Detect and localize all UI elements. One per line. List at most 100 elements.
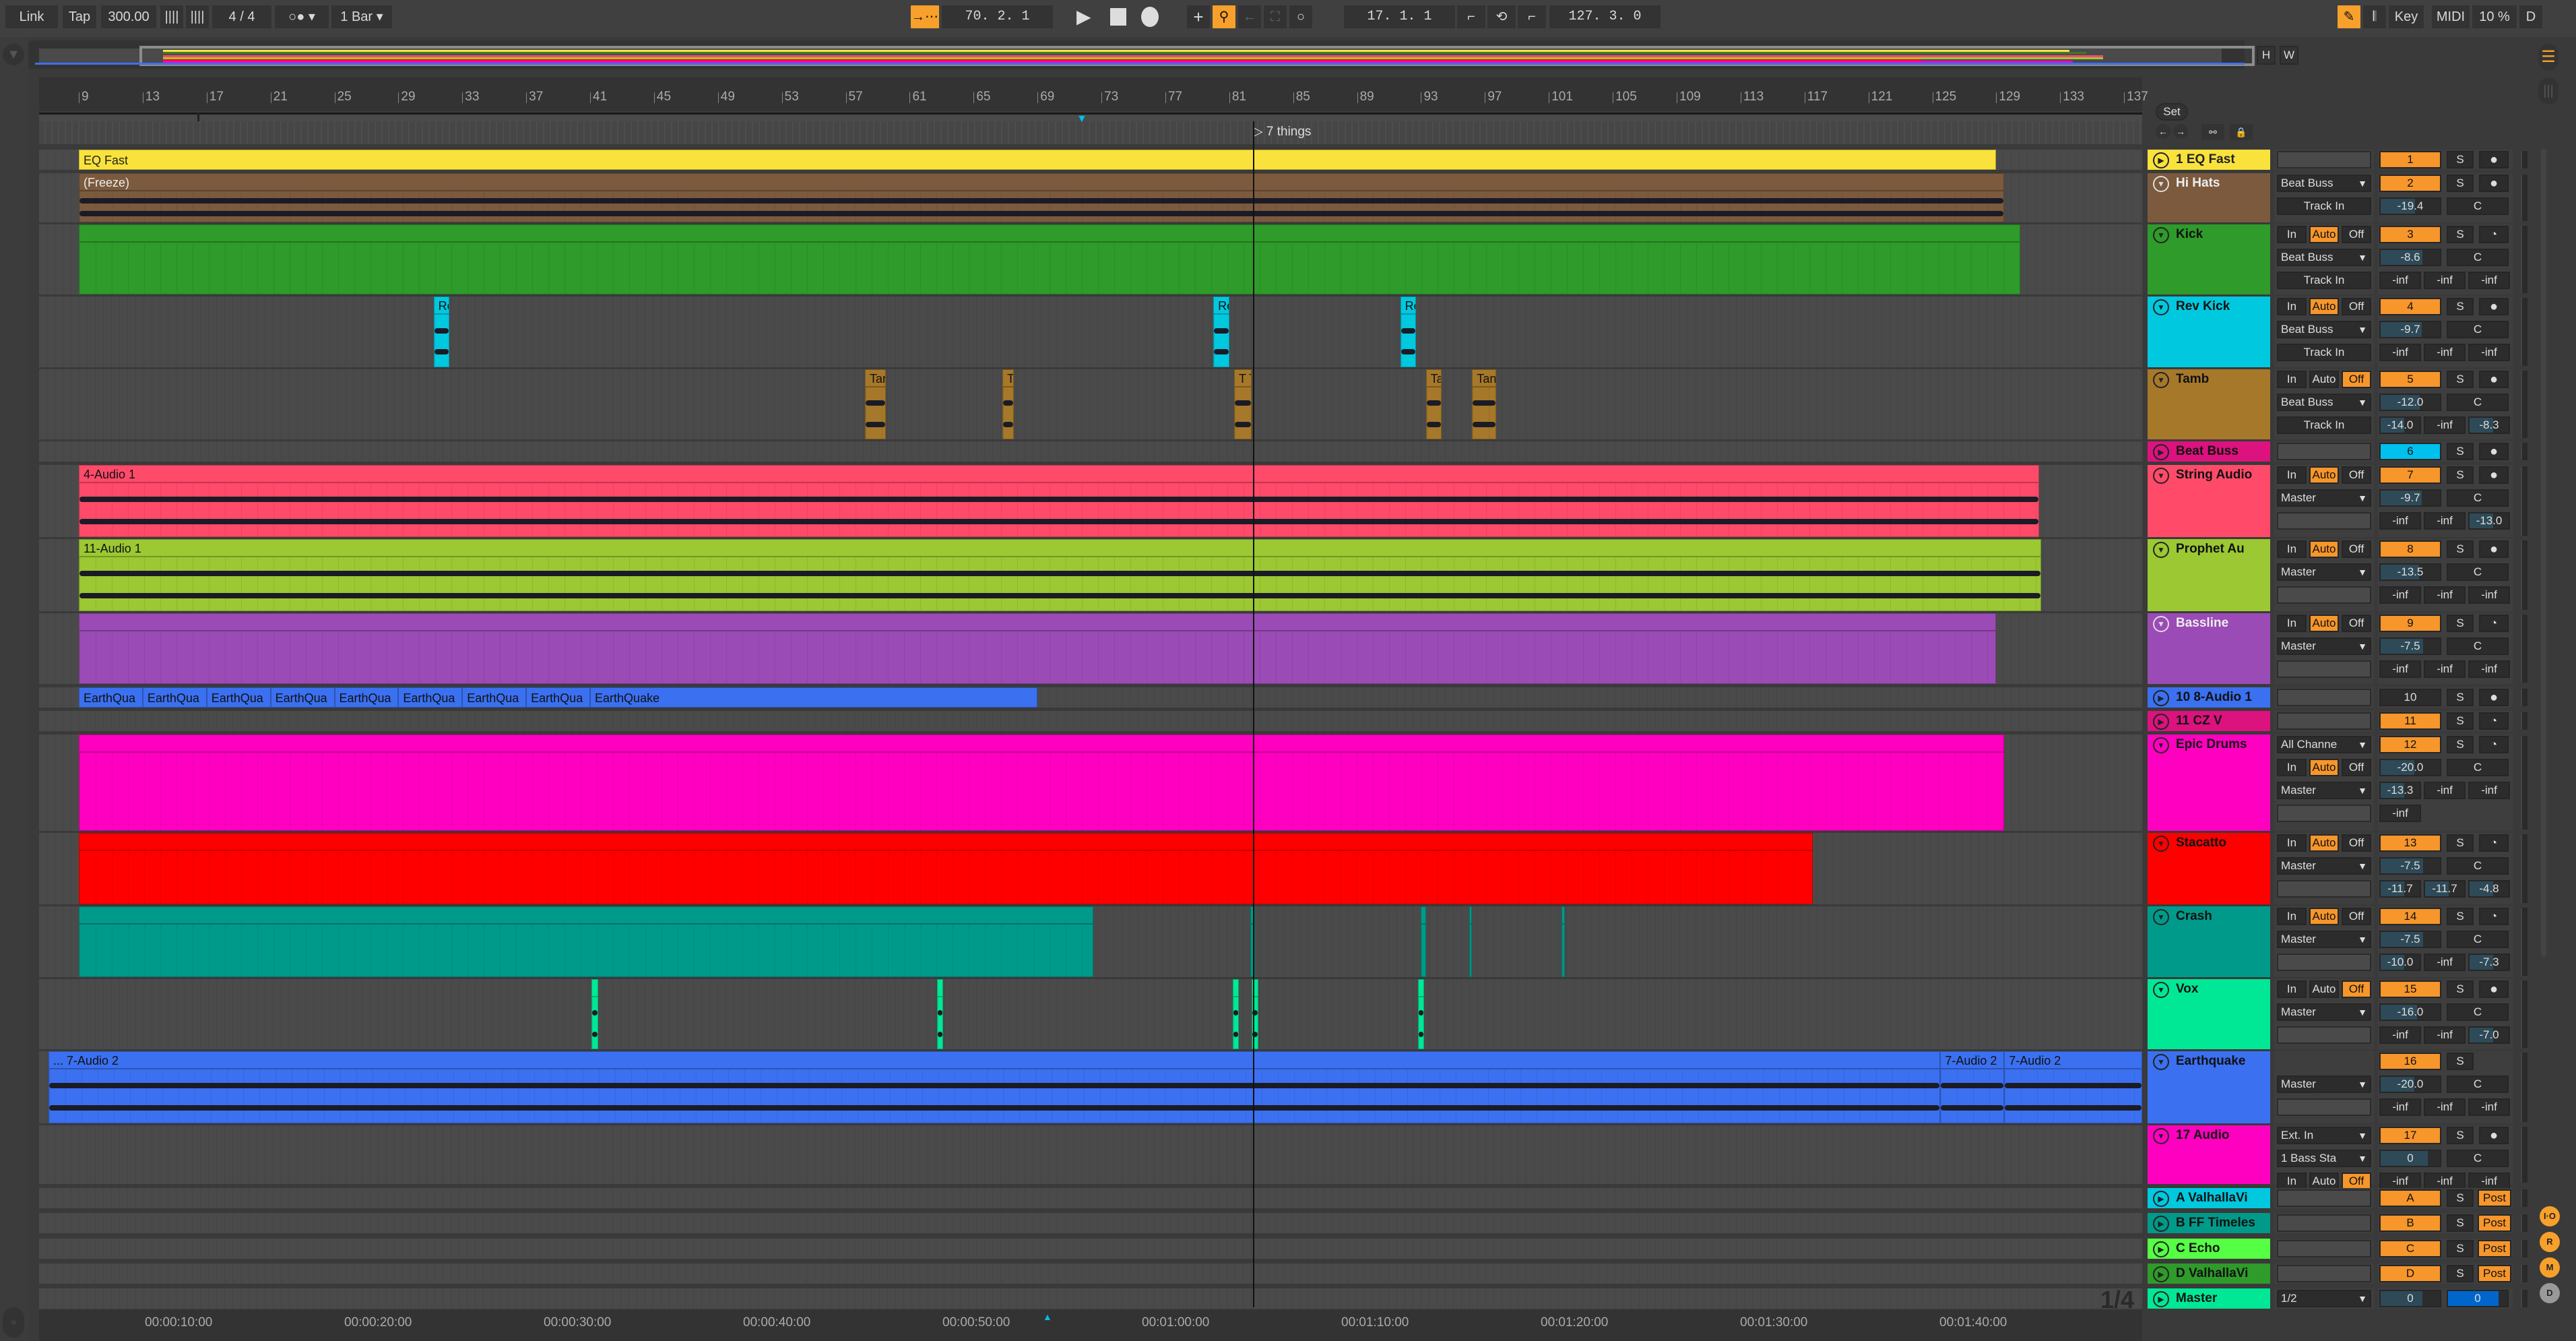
- automation-arm-button[interactable]: ⚲: [1213, 5, 1235, 28]
- track-volume[interactable]: -12.0: [2379, 394, 2441, 411]
- send-knob[interactable]: -inf: [2468, 1098, 2510, 1116]
- monitor-in-button[interactable]: In: [2277, 980, 2307, 998]
- track-lane[interactable]: [39, 441, 2142, 462]
- clip[interactable]: 11-Audio 1: [79, 539, 2041, 611]
- clip[interactable]: Re: [433, 297, 450, 367]
- time-signature-field[interactable]: 4 / 4: [212, 5, 271, 28]
- delay-toggle-button[interactable]: D: [2540, 1283, 2560, 1303]
- cue-volume[interactable]: 0: [2447, 1290, 2509, 1307]
- pre-post-toggle[interactable]: Post: [2478, 1189, 2511, 1207]
- track-activator-button[interactable]: 8: [2379, 540, 2441, 558]
- track-activator-button[interactable]: 6: [2379, 443, 2441, 460]
- track-activator-button[interactable]: 7: [2379, 466, 2441, 484]
- output-routing-select[interactable]: Master: [2277, 563, 2371, 581]
- track-volume[interactable]: -20.0: [2379, 759, 2441, 776]
- send-knob[interactable]: -13.0: [2468, 512, 2510, 530]
- send-knob[interactable]: -8.3: [2468, 416, 2510, 434]
- monitor-auto-button[interactable]: Auto: [2309, 540, 2339, 558]
- locator[interactable]: ▷ 7 things: [1253, 124, 1311, 139]
- monitor-in-button[interactable]: In: [2277, 540, 2307, 558]
- clip[interactable]: Ta: [1425, 369, 1442, 439]
- send-knob[interactable]: -inf: [2424, 660, 2466, 678]
- track-pan[interactable]: C: [2447, 394, 2509, 411]
- track-lane[interactable]: [39, 979, 2142, 1049]
- track-lane[interactable]: 4-Audio 1: [39, 465, 2142, 537]
- session-view-button[interactable]: |||: [2538, 77, 2558, 104]
- clip[interactable]: Tar: [865, 369, 886, 439]
- track-lane[interactable]: (Freeze): [39, 173, 2142, 222]
- output-routing-select[interactable]: Master: [2277, 931, 2371, 948]
- time-ruler[interactable]: ▲ 00:00:10:00 00:00:20:00 00:00:30:00 00:00…: [39, 1310, 2142, 1341]
- track-pan[interactable]: C: [2447, 1075, 2509, 1093]
- track-activator-button[interactable]: 16: [2379, 1053, 2441, 1070]
- monitor-in-button[interactable]: In: [2277, 615, 2307, 632]
- input-channel-select[interactable]: All Channe: [2277, 736, 2371, 753]
- mixer-toggle-button[interactable]: M: [2540, 1257, 2560, 1278]
- track-pan[interactable]: C: [2447, 857, 2509, 875]
- master-volume[interactable]: 0: [2379, 1290, 2441, 1307]
- follow-button[interactable]: →⋯: [911, 5, 939, 28]
- clip[interactable]: ... 7-Audio 2: [48, 1051, 1941, 1123]
- arm-button[interactable]: ◔: [2479, 615, 2509, 632]
- track-header-5[interactable]: ▶ Beat Buss: [2148, 441, 2270, 462]
- output-channel-select[interactable]: [2277, 586, 2371, 604]
- monitor-off-button[interactable]: Off: [2342, 226, 2371, 243]
- output-routing-select[interactable]: Beat Buss: [2277, 175, 2371, 192]
- clip[interactable]: EarthQua: [526, 687, 591, 708]
- solo-button[interactable]: S: [2447, 1265, 2474, 1282]
- arm-button[interactable]: ●: [2479, 151, 2509, 168]
- solo-button[interactable]: S: [2447, 175, 2474, 192]
- track-activator-button[interactable]: D: [2379, 1265, 2441, 1282]
- track-header-17[interactable]: ▶ A ValhallaVi: [2148, 1188, 2270, 1208]
- clip[interactable]: EarthQua: [142, 687, 207, 708]
- track-volume[interactable]: -9.7: [2379, 321, 2441, 338]
- clip[interactable]: 7-Audio 2: [2004, 1051, 2142, 1123]
- monitor-auto-button[interactable]: Auto: [2309, 298, 2339, 315]
- send-knob[interactable]: -inf: [2379, 512, 2421, 530]
- track-volume[interactable]: -20.0: [2379, 1075, 2441, 1093]
- send-knob[interactable]: -inf: [2379, 805, 2421, 822]
- track-lane[interactable]: EarthQua EarthQua EarthQua EarthQua EarthQua…: [39, 687, 2142, 708]
- send-knob[interactable]: -inf: [2379, 660, 2421, 678]
- returns-toggle-button[interactable]: R: [2540, 1232, 2560, 1252]
- monitor-auto-button[interactable]: Auto: [2309, 226, 2339, 243]
- track-header-14[interactable]: ▼ Vox: [2148, 979, 2270, 1049]
- track-header-12[interactable]: ▼ Stacatto: [2148, 833, 2270, 904]
- send-knob[interactable]: -14.0: [2379, 416, 2421, 434]
- monitor-off-button[interactable]: Off: [2342, 980, 2371, 998]
- output-channel-select[interactable]: Track In: [2277, 272, 2371, 289]
- monitor-auto-button[interactable]: Auto: [2309, 980, 2339, 998]
- track-activator-button[interactable]: C: [2379, 1240, 2441, 1257]
- send-knob[interactable]: -inf: [2468, 344, 2510, 361]
- collapse-overview-button[interactable]: ▼: [3, 44, 24, 65]
- cue-output-select[interactable]: 1/2: [2277, 1290, 2371, 1307]
- send-knob[interactable]: -inf: [2379, 344, 2421, 361]
- monitor-auto-button[interactable]: Auto: [2309, 466, 2339, 484]
- track-lane[interactable]: ... 7-Audio 2 7-Audio 2 7-Audio 2: [39, 1051, 2142, 1123]
- clip[interactable]: EarthQua: [270, 687, 335, 708]
- arm-button[interactable]: ●: [2479, 298, 2509, 315]
- send-knob[interactable]: -inf: [2424, 344, 2466, 361]
- track-header-11[interactable]: ▼ Epic Drums: [2148, 735, 2270, 831]
- monitor-auto-button[interactable]: Auto: [2309, 834, 2339, 852]
- monitor-auto-button[interactable]: Auto: [2309, 908, 2339, 925]
- clip[interactable]: [79, 613, 1997, 684]
- arm-button[interactable]: ●: [2479, 980, 2509, 998]
- track-header-4[interactable]: ▼ Tamb: [2148, 369, 2270, 439]
- next-locator-button[interactable]: →: [2173, 124, 2188, 139]
- arm-button[interactable]: ●: [2479, 175, 2509, 192]
- output-routing-select[interactable]: Master: [2277, 1075, 2371, 1093]
- output-channel-select[interactable]: Track In: [2277, 416, 2371, 434]
- send-knob[interactable]: -inf: [2424, 416, 2466, 434]
- send-knob[interactable]: -inf: [2468, 660, 2510, 678]
- clip[interactable]: 7-Audio 2: [1940, 1051, 2005, 1123]
- send-knob[interactable]: -inf: [2424, 1098, 2466, 1116]
- pre-post-toggle[interactable]: Post: [2478, 1214, 2511, 1232]
- play-button[interactable]: ▶: [1076, 7, 1097, 27]
- solo-button[interactable]: S: [2447, 298, 2474, 315]
- set-locator-button[interactable]: Set: [2156, 103, 2188, 121]
- clip[interactable]: [1469, 906, 1473, 977]
- track-volume[interactable]: -7.5: [2379, 857, 2441, 875]
- solo-button[interactable]: S: [2447, 736, 2474, 753]
- locator-lane[interactable]: ▼ ▷ 7 things: [39, 113, 2142, 144]
